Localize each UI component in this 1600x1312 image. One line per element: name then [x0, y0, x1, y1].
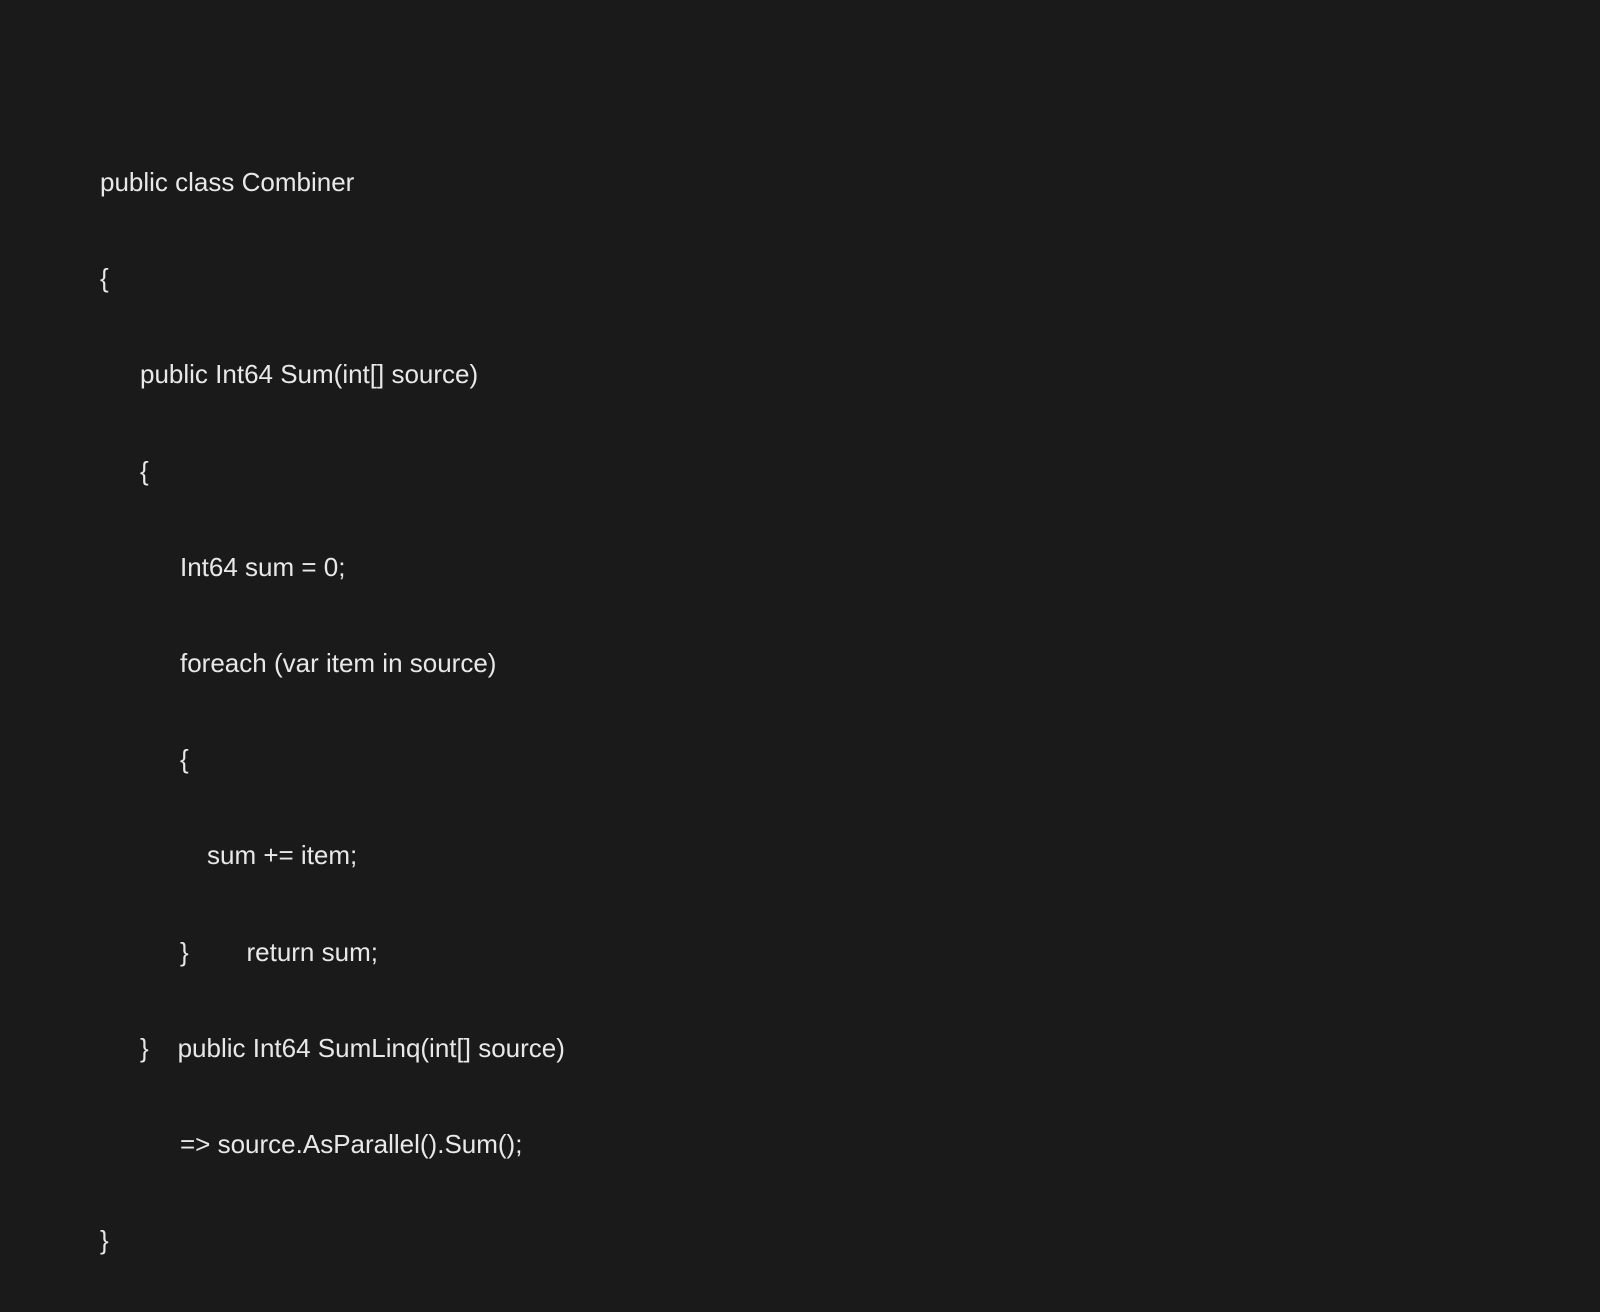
code-line: foreach (var item in source) [100, 639, 1600, 687]
code-line: } [100, 1216, 1600, 1264]
code-line: } return sum; [100, 928, 1600, 976]
code-line: } public Int64 SumLinq(int[] source) [100, 1024, 1600, 1072]
code-line: public class Combiner [100, 158, 1600, 206]
code-line: { [100, 447, 1600, 495]
code-line: sum += item; [100, 831, 1600, 879]
code-line: => source.AsParallel().Sum(); [100, 1120, 1600, 1168]
code-line: public Int64 Sum(int[] source) [100, 350, 1600, 398]
code-line: { [100, 735, 1600, 783]
code-line: Int64 sum = 0; [100, 543, 1600, 591]
code-snippet: public class Combiner { public Int64 Sum… [100, 110, 1600, 1312]
code-line: { [100, 254, 1600, 302]
